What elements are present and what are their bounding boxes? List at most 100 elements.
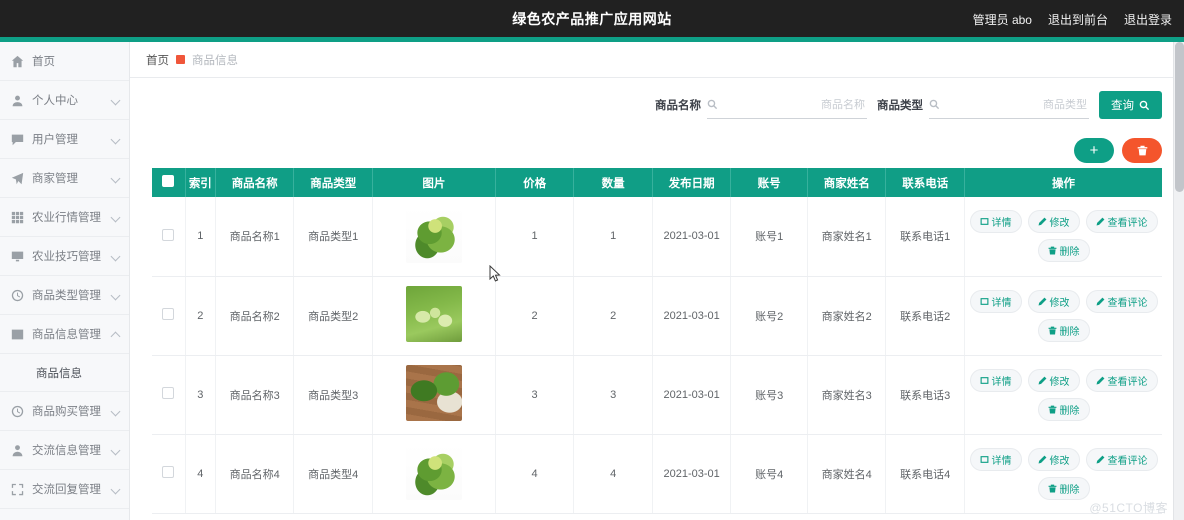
view-comments-button[interactable]: 查看评论 [1085,368,1158,392]
exit-to-front-link[interactable]: 退出到前台 [1048,11,1108,28]
sidebar-item-merchant-management[interactable]: 商家管理 [0,159,129,198]
table-row: 1 商品名称1 商品类型1 1 1 2021-03-01 账号1 商家姓名1 联系电话1 详情 修改… [152,197,1162,277]
column-name: 商品名称 [215,168,295,197]
edit-label: 修改 [1049,376,1070,388]
detail-button[interactable]: 详情 [969,447,1022,471]
vertical-scrollbar[interactable] [1173,42,1184,520]
view-comments-button[interactable]: 查看评论 [1085,210,1158,234]
delete-row-button[interactable]: 删除 [1037,318,1090,342]
row-select-cell[interactable] [152,355,186,435]
clock-icon [10,404,25,419]
delete-row-label: 删除 [1059,326,1080,338]
cell-quantity: 4 [573,434,653,514]
detail-button[interactable]: 详情 [969,210,1022,234]
detail-label: 详情 [991,218,1012,230]
row-checkbox[interactable] [162,228,175,241]
cell-image[interactable] [372,276,496,356]
cell-account: 账号4 [730,434,808,514]
row-checkbox[interactable] [162,466,175,478]
sidebar-item-skills-management[interactable]: 农业技巧管理 [0,237,129,276]
cell-operations: 详情 修改 查看评论删除 [964,355,1162,435]
search-type-input-wrap[interactable] [929,92,1089,119]
detail-button[interactable]: 详情 [969,289,1022,313]
delete-row-button[interactable]: 删除 [1037,397,1090,421]
chevron-down-icon [111,290,121,300]
sidebar-item-label: 商品信息管理 [32,329,101,341]
edit-button[interactable]: 修改 [1027,368,1080,392]
delete-row-button[interactable]: 删除 [1037,476,1090,500]
cell-index: 4 [185,434,216,514]
detail-button[interactable]: 详情 [969,368,1022,392]
sidebar-item-home[interactable]: 首页 [0,42,129,81]
edit-button[interactable]: 修改 [1027,447,1080,471]
sidebar-item-message-board-management[interactable]: 留言板管理 [0,509,129,520]
search-bar: 商品名称 商品类型 查询 [130,78,1184,132]
sidebar[interactable]: 首页 个人中心 用户管理 商家管理 农业行情管理 农业技巧管理 商品类型管理 商… [0,42,130,520]
search-name-input[interactable] [718,98,867,111]
cell-date: 2021-03-01 [652,276,732,356]
view-comments-button[interactable]: 查看评论 [1085,447,1158,471]
sidebar-item-exchange-info-management[interactable]: 交流信息管理 [0,431,129,470]
sidebar-item-label: 农业技巧管理 [32,251,101,263]
product-thumbnail[interactable] [405,286,462,342]
sidebar-item-purchase-management[interactable]: 商品购买管理 [0,392,129,431]
delete-button[interactable] [1122,137,1162,163]
product-thumbnail[interactable] [405,365,462,421]
sidebar-item-user-management[interactable]: 用户管理 [0,120,129,159]
cell-price: 1 [495,197,575,277]
logout-link[interactable]: 退出登录 [1124,11,1172,28]
top-bar: 绿色农产品推广应用网站 管理员 abo 退出到前台 退出登录 [0,0,1184,37]
sidebar-item-label: 交流回复管理 [32,484,101,496]
column-merchant: 商家姓名 [807,168,887,197]
sidebar-item-label: 个人中心 [32,95,78,107]
sidebar-item-exchange-reply-management[interactable]: 交流回复管理 [0,470,129,509]
row-checkbox[interactable] [162,387,175,399]
table-header-row: 索引 商品名称 商品类型 图片 价格 数量 发布日期 账号 商家姓名 联系电话 … [152,168,1162,197]
cell-merchant: 商家姓名1 [807,197,887,277]
query-button[interactable]: 查询 [1099,91,1162,119]
cell-image[interactable] [372,197,496,277]
delete-row-label: 删除 [1059,405,1080,417]
add-button[interactable]: + [1074,137,1114,163]
scrollbar-thumb[interactable] [1175,42,1184,192]
product-thumbnail[interactable] [405,206,462,263]
row-select-cell[interactable] [152,197,186,277]
sidebar-subitem-product-info[interactable]: 商品信息 [0,354,129,392]
delete-row-button[interactable]: 删除 [1037,239,1090,263]
sidebar-item-product-info-management[interactable]: 商品信息管理 [0,315,129,354]
search-name-input-wrap[interactable] [707,92,867,119]
table-row: 2 商品名称2 商品类型2 2 2 2021-03-01 账号2 商家姓名2 联系电话2 详情 修改… [152,276,1162,356]
edit-button[interactable]: 修改 [1027,210,1080,234]
sidebar-item-product-type-management[interactable]: 商品类型管理 [0,276,129,315]
product-thumbnail[interactable] [405,444,462,500]
select-all-header[interactable] [152,168,186,197]
search-icon [707,99,718,110]
cell-image[interactable] [372,434,496,514]
row-select-cell[interactable] [152,276,186,356]
cell-index: 2 [185,276,216,356]
cell-account: 账号1 [730,197,808,277]
row-checkbox[interactable] [162,308,175,320]
column-operations: 操作 [964,168,1162,197]
sidebar-item-label: 商家管理 [32,173,78,185]
cell-name: 商品名称2 [215,276,295,356]
chevron-down-icon [111,406,121,416]
breadcrumb-home[interactable]: 首页 [146,52,169,68]
sidebar-item-market-management[interactable]: 农业行情管理 [0,198,129,237]
admin-page: 绿色农产品推广应用网站 管理员 abo 退出到前台 退出登录 首页 个人中心 用… [0,0,1184,520]
trash-icon [1137,145,1147,155]
cell-image[interactable] [372,355,496,435]
search-type-input[interactable] [940,98,1089,111]
row-select-cell[interactable] [152,434,186,514]
column-quantity: 数量 [573,168,653,197]
view-comments-label: 查看评论 [1107,218,1148,230]
sidebar-item-personal-center[interactable]: 个人中心 [0,81,129,120]
edit-label: 修改 [1049,455,1070,467]
delete-row-label: 删除 [1059,484,1080,496]
view-comments-button[interactable]: 查看评论 [1085,289,1158,313]
edit-button[interactable]: 修改 [1027,289,1080,313]
column-date: 发布日期 [652,168,732,197]
mouse-cursor [489,265,501,282]
select-all-checkbox[interactable] [162,175,175,187]
cell-operations: 详情 修改 查看评论删除 [964,197,1162,277]
